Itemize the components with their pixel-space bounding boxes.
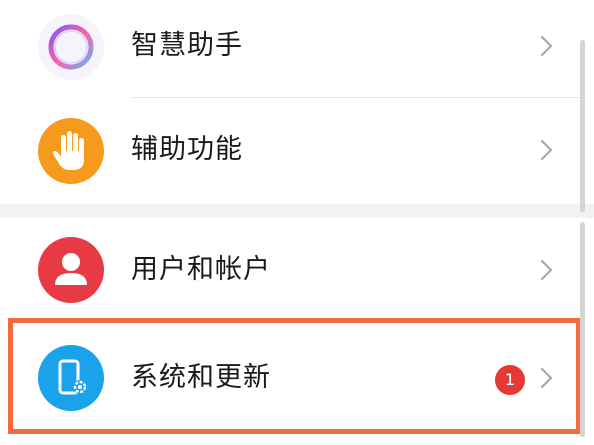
chevron-right-icon	[536, 31, 556, 61]
chevron-right-icon	[536, 255, 556, 285]
settings-item-label: 用户和帐户	[131, 254, 271, 285]
chevron-right-icon	[536, 135, 556, 165]
highlight-frame	[8, 318, 581, 434]
smart-assistant-ring-icon	[38, 14, 104, 80]
section-gap	[0, 204, 594, 218]
scrollbar-track-lower[interactable]	[580, 222, 585, 437]
user-icon	[38, 237, 104, 303]
settings-item-users-accounts[interactable]: 用户和帐户	[0, 218, 594, 326]
scrollbar-track-upper[interactable]	[580, 40, 585, 212]
settings-item-label: 智慧助手	[131, 30, 243, 61]
settings-item-label: 辅助功能	[131, 134, 243, 165]
settings-item-accessibility[interactable]: 辅助功能	[0, 98, 594, 206]
hand-icon	[38, 118, 104, 184]
settings-item-smart-assistant[interactable]: 智慧助手	[0, 0, 594, 97]
settings-group-1: 智慧助手 辅助功能	[0, 0, 594, 206]
